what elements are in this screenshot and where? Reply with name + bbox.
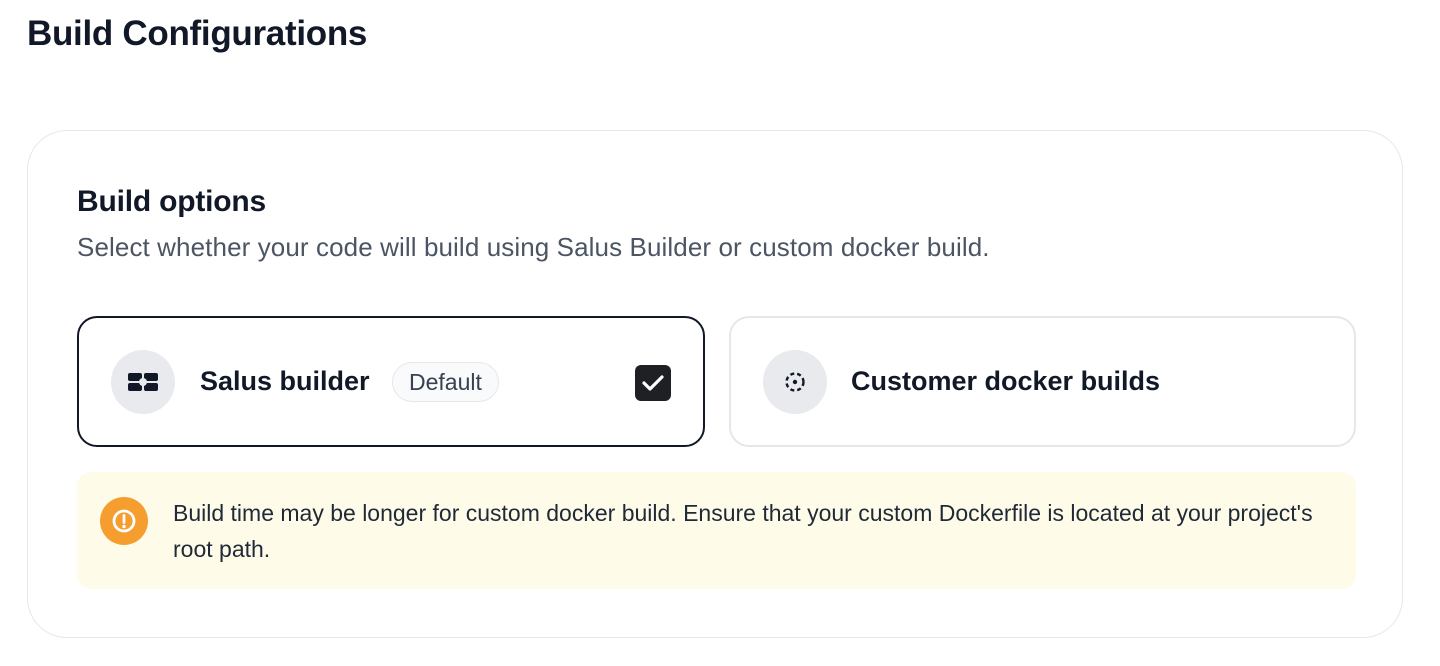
page-title: Build Configurations xyxy=(27,14,368,53)
docker-build-icon xyxy=(763,350,827,414)
build-options-title: Build options xyxy=(77,185,267,218)
build-options-card: Build options Select whether your code w… xyxy=(27,130,1403,638)
default-badge: Default xyxy=(392,362,499,402)
salus-builder-label: Salus builder xyxy=(200,366,370,396)
build-configurations-page: Build Configurations Build options Selec… xyxy=(0,0,1440,666)
salus-builder-option[interactable]: Salus builder Default xyxy=(77,316,705,447)
customer-docker-builds-label: Customer docker builds xyxy=(851,366,1161,396)
docker-build-warning: Build time may be longer for custom dock… xyxy=(77,472,1356,589)
checkmark-icon xyxy=(642,375,664,391)
salus-builder-icon xyxy=(111,350,175,414)
warning-circle-icon xyxy=(100,497,148,545)
salus-builder-checkbox[interactable] xyxy=(635,365,671,401)
build-options-description: Select whether your code will build usin… xyxy=(77,232,990,262)
warning-text: Build time may be longer for custom dock… xyxy=(173,500,1313,562)
customer-docker-builds-option[interactable]: Customer docker builds xyxy=(729,316,1356,447)
